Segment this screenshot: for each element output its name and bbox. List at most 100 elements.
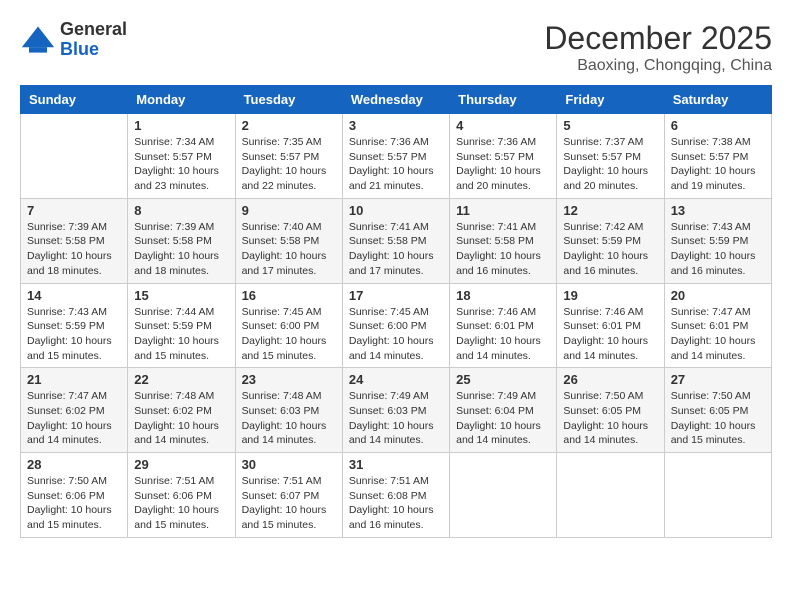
month-year: December 2025 xyxy=(544,20,772,57)
day-cell: 21 Sunrise: 7:47 AMSunset: 6:02 PMDayligh… xyxy=(21,368,128,453)
day-cell: 1Sunrise: 7:34 AMSunset: 5:57 PMDaylight… xyxy=(128,114,235,199)
weekday-header-row: SundayMondayTuesdayWednesdayThursdayFrid… xyxy=(21,86,772,114)
day-cell: 28 Sunrise: 7:50 AMSunset: 6:06 PMDayligh… xyxy=(21,453,128,538)
day-cell: 8Sunrise: 7:39 AMSunset: 5:58 PMDaylight… xyxy=(128,198,235,283)
day-info: Sunrise: 7:41 AMSunset: 5:58 PMDaylight:… xyxy=(349,220,443,279)
day-number: 29 xyxy=(134,457,228,472)
day-info: Sunrise: 7:50 AMSunset: 6:05 PMDaylight:… xyxy=(563,389,657,448)
weekday-header-monday: Monday xyxy=(128,86,235,114)
weekday-header-thursday: Thursday xyxy=(450,86,557,114)
day-info: Sunrise: 7:44 AMSunset: 5:59 PMDaylight:… xyxy=(134,305,228,364)
day-cell: 29 Sunrise: 7:51 AMSunset: 6:06 PMDayligh… xyxy=(128,453,235,538)
day-cell: 26 Sunrise: 7:50 AMSunset: 6:05 PMDayligh… xyxy=(557,368,664,453)
day-cell: 5Sunrise: 7:37 AMSunset: 5:57 PMDaylight… xyxy=(557,114,664,199)
day-info: Sunrise: 7:50 AMSunset: 6:05 PMDaylight:… xyxy=(671,389,765,448)
weekday-header-saturday: Saturday xyxy=(664,86,771,114)
day-info: Sunrise: 7:39 AMSunset: 5:58 PMDaylight:… xyxy=(27,220,121,279)
day-info: Sunrise: 7:47 AMSunset: 6:01 PMDaylight:… xyxy=(671,305,765,364)
weekday-header-wednesday: Wednesday xyxy=(342,86,449,114)
day-number: 24 xyxy=(349,372,443,387)
logo-text: General Blue xyxy=(60,20,127,60)
day-number: 8 xyxy=(134,203,228,218)
logo: General Blue xyxy=(20,20,127,60)
day-number: 7 xyxy=(27,203,121,218)
weekday-header-sunday: Sunday xyxy=(21,86,128,114)
day-number: 12 xyxy=(563,203,657,218)
day-cell: 10Sunrise: 7:41 AMSunset: 5:58 PMDayligh… xyxy=(342,198,449,283)
day-number: 15 xyxy=(134,288,228,303)
week-row-2: 7 Sunrise: 7:39 AMSunset: 5:58 PMDaylight… xyxy=(21,198,772,283)
day-cell: 12 Sunrise: 7:42 AMSunset: 5:59 PMDayligh… xyxy=(557,198,664,283)
day-info: Sunrise: 7:42 AMSunset: 5:59 PMDaylight:… xyxy=(563,220,657,279)
day-info: Sunrise: 7:46 AMSunset: 6:01 PMDaylight:… xyxy=(563,305,657,364)
day-cell: 9 Sunrise: 7:40 AMSunset: 5:58 PMDaylight… xyxy=(235,198,342,283)
day-number: 18 xyxy=(456,288,550,303)
day-number: 22 xyxy=(134,372,228,387)
weekday-header-tuesday: Tuesday xyxy=(235,86,342,114)
logo-icon xyxy=(20,22,56,58)
day-number: 23 xyxy=(242,372,336,387)
day-cell xyxy=(450,453,557,538)
day-cell: 13 Sunrise: 7:43 AMSunset: 5:59 PMDayligh… xyxy=(664,198,771,283)
day-cell: 16Sunrise: 7:45 AMSunset: 6:00 PMDayligh… xyxy=(235,283,342,368)
day-cell: 20 Sunrise: 7:47 AMSunset: 6:01 PMDayligh… xyxy=(664,283,771,368)
day-cell: 31 Sunrise: 7:51 AMSunset: 6:08 PMDayligh… xyxy=(342,453,449,538)
day-number: 25 xyxy=(456,372,550,387)
week-row-1: 1Sunrise: 7:34 AMSunset: 5:57 PMDaylight… xyxy=(21,114,772,199)
day-info: Sunrise: 7:49 AMSunset: 6:04 PMDaylight:… xyxy=(456,389,550,448)
day-number: 26 xyxy=(563,372,657,387)
day-cell: 2 Sunrise: 7:35 AMSunset: 5:57 PMDaylight… xyxy=(235,114,342,199)
logo-general: General xyxy=(60,20,127,40)
day-cell: 11 Sunrise: 7:41 AMSunset: 5:58 PMDayligh… xyxy=(450,198,557,283)
day-number: 6 xyxy=(671,118,765,133)
day-info: Sunrise: 7:48 AMSunset: 6:03 PMDaylight:… xyxy=(242,389,336,448)
day-info: Sunrise: 7:50 AMSunset: 6:06 PMDaylight:… xyxy=(27,474,121,533)
calendar: SundayMondayTuesdayWednesdayThursdayFrid… xyxy=(20,85,772,538)
day-number: 13 xyxy=(671,203,765,218)
day-number: 19 xyxy=(563,288,657,303)
weekday-header-friday: Friday xyxy=(557,86,664,114)
title-section: December 2025 Baoxing, Chongqing, China xyxy=(544,20,772,75)
day-number: 20 xyxy=(671,288,765,303)
header: General Blue December 2025 Baoxing, Chon… xyxy=(20,20,772,75)
day-info: Sunrise: 7:49 AMSunset: 6:03 PMDaylight:… xyxy=(349,389,443,448)
day-info: Sunrise: 7:37 AMSunset: 5:57 PMDaylight:… xyxy=(563,135,657,194)
week-row-3: 14Sunrise: 7:43 AMSunset: 5:59 PMDayligh… xyxy=(21,283,772,368)
day-cell: 27Sunrise: 7:50 AMSunset: 6:05 PMDayligh… xyxy=(664,368,771,453)
week-row-5: 28 Sunrise: 7:50 AMSunset: 6:06 PMDayligh… xyxy=(21,453,772,538)
day-number: 9 xyxy=(242,203,336,218)
day-cell: 14Sunrise: 7:43 AMSunset: 5:59 PMDayligh… xyxy=(21,283,128,368)
logo-blue: Blue xyxy=(60,40,127,60)
day-info: Sunrise: 7:51 AMSunset: 6:07 PMDaylight:… xyxy=(242,474,336,533)
location: Baoxing, Chongqing, China xyxy=(544,57,772,75)
day-number: 31 xyxy=(349,457,443,472)
day-cell: 7 Sunrise: 7:39 AMSunset: 5:58 PMDaylight… xyxy=(21,198,128,283)
day-number: 11 xyxy=(456,203,550,218)
day-cell: 15 Sunrise: 7:44 AMSunset: 5:59 PMDayligh… xyxy=(128,283,235,368)
day-cell: 30 Sunrise: 7:51 AMSunset: 6:07 PMDayligh… xyxy=(235,453,342,538)
day-info: Sunrise: 7:40 AMSunset: 5:58 PMDaylight:… xyxy=(242,220,336,279)
day-number: 30 xyxy=(242,457,336,472)
day-cell: 4 Sunrise: 7:36 AMSunset: 5:57 PMDaylight… xyxy=(450,114,557,199)
day-cell: 19 Sunrise: 7:46 AMSunset: 6:01 PMDayligh… xyxy=(557,283,664,368)
day-info: Sunrise: 7:51 AMSunset: 6:08 PMDaylight:… xyxy=(349,474,443,533)
day-number: 3 xyxy=(349,118,443,133)
day-cell: 3Sunrise: 7:36 AMSunset: 5:57 PMDaylight… xyxy=(342,114,449,199)
day-number: 1 xyxy=(134,118,228,133)
day-info: Sunrise: 7:51 AMSunset: 6:06 PMDaylight:… xyxy=(134,474,228,533)
week-row-4: 21 Sunrise: 7:47 AMSunset: 6:02 PMDayligh… xyxy=(21,368,772,453)
day-number: 21 xyxy=(27,372,121,387)
day-cell: 23 Sunrise: 7:48 AMSunset: 6:03 PMDayligh… xyxy=(235,368,342,453)
day-info: Sunrise: 7:47 AMSunset: 6:02 PMDaylight:… xyxy=(27,389,121,448)
day-number: 2 xyxy=(242,118,336,133)
day-info: Sunrise: 7:43 AMSunset: 5:59 PMDaylight:… xyxy=(671,220,765,279)
day-cell: 22Sunrise: 7:48 AMSunset: 6:02 PMDayligh… xyxy=(128,368,235,453)
day-number: 28 xyxy=(27,457,121,472)
day-info: Sunrise: 7:46 AMSunset: 6:01 PMDaylight:… xyxy=(456,305,550,364)
day-info: Sunrise: 7:35 AMSunset: 5:57 PMDaylight:… xyxy=(242,135,336,194)
day-cell: 24 Sunrise: 7:49 AMSunset: 6:03 PMDayligh… xyxy=(342,368,449,453)
day-cell xyxy=(664,453,771,538)
day-info: Sunrise: 7:36 AMSunset: 5:57 PMDaylight:… xyxy=(456,135,550,194)
day-info: Sunrise: 7:41 AMSunset: 5:58 PMDaylight:… xyxy=(456,220,550,279)
day-number: 4 xyxy=(456,118,550,133)
